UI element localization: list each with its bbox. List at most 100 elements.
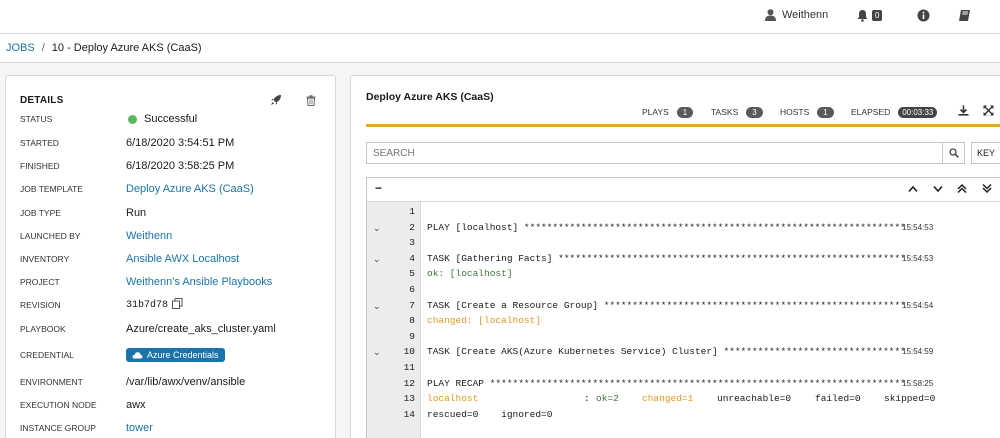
copy-icon: [172, 297, 183, 309]
notifications-button[interactable]: 0: [856, 0, 883, 30]
line-text: ok: [localhost]: [427, 268, 513, 280]
detail-label: LAUNCHED BY: [20, 231, 81, 241]
output-line: 11: [367, 361, 1000, 375]
line-text: TASK [Create AKS(Azure Kubernetes Servic…: [427, 346, 906, 358]
credential-name: Azure Credentials: [147, 350, 219, 360]
output-toolbar: −: [367, 178, 1000, 202]
detail-value: 6/18/2020 3:58:25 PM: [126, 160, 235, 172]
search-icon: [948, 148, 959, 158]
output-line: ⌄ 7 TASK [Create a Resource Group] *******…: [367, 299, 1000, 313]
detail-row-status: STATUS Successful: [20, 112, 330, 126]
line-timestamp: 15:54:53: [902, 253, 934, 263]
detail-label: PROJECT: [20, 277, 60, 287]
tasks-label: TASKS: [711, 107, 739, 117]
line-number: 10: [403, 346, 415, 358]
delete-button[interactable]: [306, 95, 316, 109]
output-line: 6: [367, 283, 1000, 297]
line-number: 9: [409, 330, 415, 342]
collapse-chevron-icon[interactable]: ⌄: [373, 252, 383, 266]
output-line: 3: [367, 236, 1000, 250]
breadcrumb-current: 10 - Deploy Azure AKS (CaaS): [51, 42, 202, 54]
recap-host: localhost: [427, 393, 479, 405]
scroll-down-button[interactable]: [933, 184, 943, 196]
detail-row-launched-by: LAUNCHED BY Weithenn: [20, 229, 330, 243]
detail-label: INSTANCE GROUP: [20, 423, 96, 433]
relaunch-button[interactable]: [270, 94, 282, 109]
line-number: 4: [409, 252, 415, 264]
output-line: 14 rescued=0 ignored=0: [367, 408, 1000, 422]
detail-row-project: PROJECT Weithenn's Ansible Playbooks: [20, 275, 330, 289]
output-body: 1 ⌄ 2 PLAY [localhost] ********************…: [367, 202, 1000, 438]
docs-button[interactable]: [958, 0, 971, 30]
job-template-link[interactable]: Deploy Azure AKS (CaaS): [126, 183, 254, 195]
line-number: 6: [409, 284, 415, 295]
detail-label: PLAYBOOK: [20, 324, 66, 334]
job-status-bar: [366, 124, 1000, 127]
output-line: ⌄ 2 PLAY [localhost] *********************…: [367, 221, 1000, 235]
detail-value: 6/18/2020 3:54:51 PM: [126, 137, 235, 149]
detail-label: REVISION: [20, 300, 61, 310]
job-output-panel: Deploy Azure AKS (CaaS) PLAYS 1 TASKS 3 …: [350, 75, 1000, 438]
collapse-chevron-icon[interactable]: ⌄: [373, 221, 383, 235]
user-menu[interactable]: Weithenn: [765, 0, 828, 30]
revision-hash: 31b7d78: [126, 299, 169, 311]
line-timestamp: 15:54:59: [902, 347, 934, 357]
key-button[interactable]: KEY: [971, 142, 1000, 164]
launched-by-link[interactable]: Weithenn: [126, 230, 172, 242]
recap-ok: ok=2: [596, 393, 619, 405]
line-text: TASK [Gathering Facts] *****************…: [427, 252, 906, 264]
detail-value-revision: 31b7d78: [126, 297, 183, 313]
collapse-chevron-icon[interactable]: ⌄: [373, 299, 383, 313]
recap-failed: failed=0: [815, 393, 861, 405]
instance-group-link[interactable]: tower: [126, 422, 153, 434]
info-icon: [917, 9, 930, 21]
fullscreen-button[interactable]: [983, 105, 994, 119]
line-number: 3: [409, 237, 415, 249]
line-number: 1: [409, 206, 415, 217]
double-chevron-up-icon: [957, 183, 967, 194]
search-button[interactable]: [943, 142, 965, 164]
tasks-count: 3: [746, 106, 763, 118]
output-line: ⌄ 4 TASK [Gathering Facts] ***************…: [367, 252, 1000, 266]
detail-row-playbook: PLAYBOOK Azure/create_aks_cluster.yaml: [20, 322, 330, 336]
detail-row-environment: ENVIRONMENT /var/lib/awx/venv/ansible: [20, 375, 330, 389]
double-chevron-down-icon: [982, 183, 992, 194]
detail-value: /var/lib/awx/venv/ansible: [126, 376, 246, 388]
elapsed-label: ELAPSED: [851, 107, 891, 117]
line-number: 14: [403, 408, 415, 420]
line-timestamp: 15:54:53: [902, 222, 934, 232]
detail-label: JOB TYPE: [20, 208, 61, 218]
elapsed-stat: ELAPSED 00:03:33: [851, 105, 938, 119]
line-number: 5: [409, 268, 415, 280]
download-output-button[interactable]: [958, 105, 969, 119]
detail-value-status: Successful: [126, 113, 197, 125]
output-line: 5 ok: [localhost]: [367, 267, 1000, 281]
rocket-icon: [271, 95, 281, 105]
copy-revision-button[interactable]: [172, 297, 183, 313]
inventory-link[interactable]: Ansible AWX Localhost: [126, 253, 239, 265]
search-row: KEY: [366, 142, 1000, 164]
details-panel: DETAILS STATUS Successful STARTED 6/18/2…: [5, 75, 336, 438]
about-button[interactable]: [917, 0, 930, 30]
hosts-count: 1: [817, 106, 834, 118]
breadcrumb-jobs-link[interactable]: JOBS: [6, 42, 35, 54]
scroll-bottom-button[interactable]: [982, 183, 992, 196]
collapse-chevron-icon[interactable]: ⌄: [373, 345, 383, 359]
detail-row-started: STARTED 6/18/2020 3:54:51 PM: [20, 136, 330, 150]
chevron-up-icon: [908, 185, 918, 193]
detail-row-revision: REVISION 31b7d78: [20, 297, 330, 313]
recap-sep: :: [584, 393, 596, 405]
line-number: 2: [409, 221, 415, 233]
scroll-up-button[interactable]: [908, 184, 918, 196]
cloud-icon: [132, 352, 143, 359]
line-timestamp: 15:54:54: [902, 300, 934, 310]
detail-label: INVENTORY: [20, 254, 70, 264]
project-link[interactable]: Weithenn's Ansible Playbooks: [126, 276, 272, 288]
scroll-top-button[interactable]: [957, 183, 967, 196]
detail-row-execution-node: EXECUTION NODE awx: [20, 398, 330, 412]
plays-stat: PLAYS 1: [642, 105, 694, 119]
search-input[interactable]: [366, 142, 943, 164]
status-text: Successful: [144, 113, 198, 125]
collapse-all-button[interactable]: −: [375, 181, 382, 195]
credential-tag[interactable]: Azure Credentials: [126, 348, 225, 362]
